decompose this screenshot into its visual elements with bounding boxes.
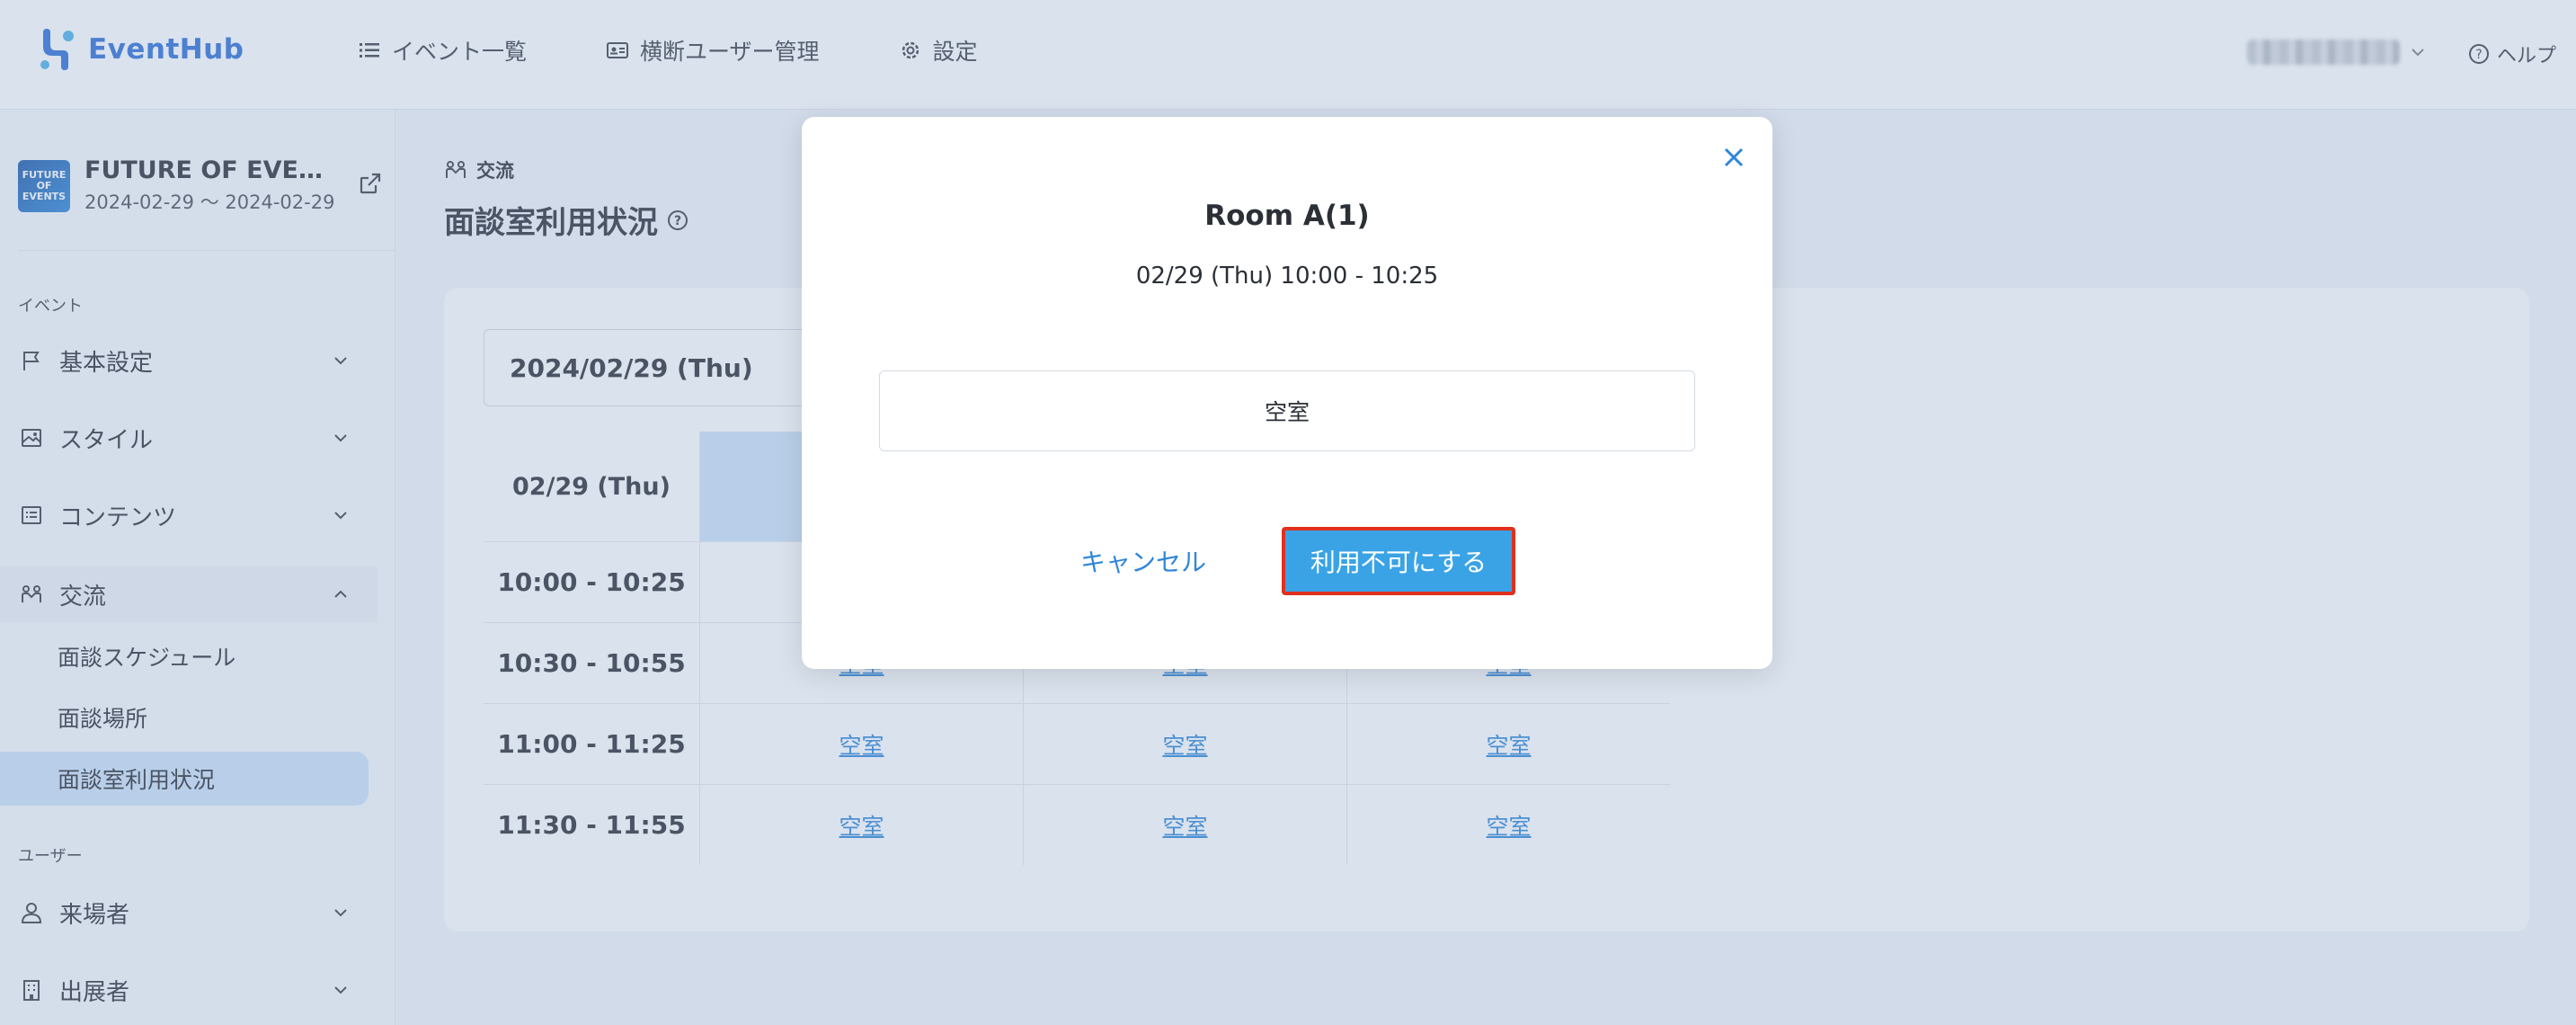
- cancel-button[interactable]: キャンセル: [1062, 534, 1224, 588]
- room-status-modal: Room A(1) 02/29 (Thu) 10:00 - 10:25 空室 キ…: [802, 117, 1772, 669]
- close-icon[interactable]: [1719, 142, 1749, 173]
- modal-title: Room A(1): [1204, 200, 1370, 232]
- make-unavailable-button[interactable]: 利用不可にする: [1282, 527, 1515, 595]
- room-status-field: 空室: [879, 370, 1695, 451]
- modal-time-range: 02/29 (Thu) 10:00 - 10:25: [1135, 263, 1439, 290]
